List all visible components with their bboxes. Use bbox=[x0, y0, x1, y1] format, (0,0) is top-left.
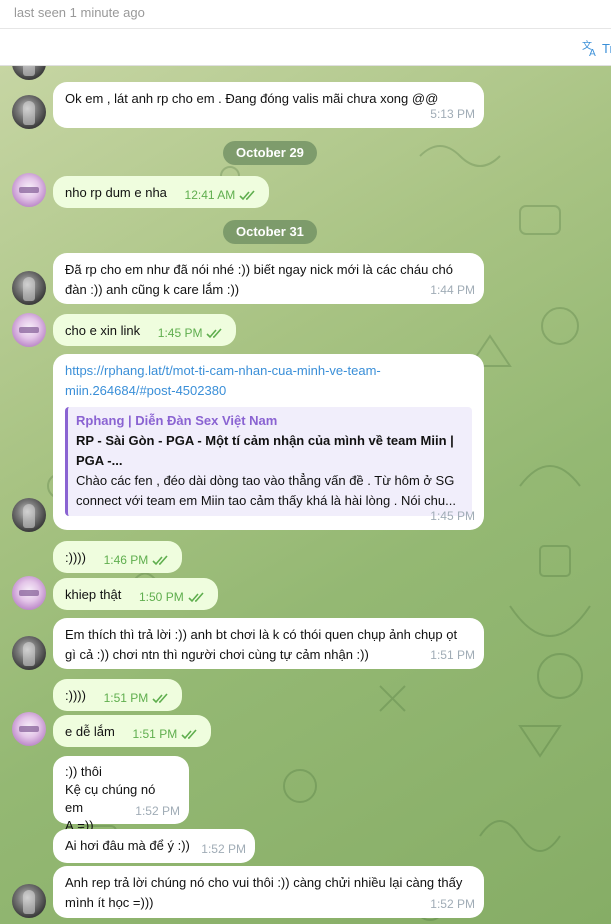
date-separator: October 31 bbox=[223, 220, 317, 244]
message-bubble[interactable]: khiep thật 1:50 PM bbox=[53, 578, 218, 610]
double-check-icon bbox=[181, 728, 197, 739]
message-bubble[interactable]: Em thích thì trả lời :)) anh bt chơi là … bbox=[53, 618, 484, 669]
message-bubble[interactable]: :)))) 1:46 PM bbox=[53, 541, 183, 573]
message-time: 1:51 PM bbox=[430, 648, 475, 662]
date-separator: October 29 bbox=[223, 141, 317, 165]
message-text: :)))) bbox=[65, 688, 86, 703]
message-text: khiep thật bbox=[65, 587, 122, 602]
message-text: Ok em , lát anh rp cho em . Đang đóng va… bbox=[65, 91, 439, 106]
message-time: 12:41 AM bbox=[185, 185, 258, 205]
message-bubble[interactable]: nho rp dum e nha 12:41 AM bbox=[53, 176, 270, 208]
double-check-icon bbox=[206, 327, 223, 338]
message-text: nho rp dum e nha bbox=[65, 185, 167, 200]
message-bubble[interactable]: cho e xin link 1:45 PM bbox=[53, 314, 237, 346]
message-bubble[interactable]: Anh rep trả lời chúng nó cho vui thôi :)… bbox=[53, 866, 484, 918]
preview-description: Chào các fen , đéo dài dòng tao vào thẳn… bbox=[76, 473, 456, 508]
avatar[interactable] bbox=[12, 712, 46, 746]
message-bubble[interactable]: Ai hơi đâu mà để ý :)) 1:52 PM bbox=[53, 829, 255, 863]
message-time: 1:51 PM bbox=[133, 724, 200, 744]
message-bubble[interactable]: e dễ lắm 1:51 PM bbox=[53, 715, 212, 747]
message-time: 1:45 PM bbox=[430, 509, 475, 523]
avatar[interactable] bbox=[12, 95, 46, 129]
double-check-icon bbox=[188, 591, 204, 602]
translate-bar: 文 A Tr bbox=[0, 28, 611, 66]
message-time: 1:45 PM bbox=[158, 323, 225, 343]
double-check-icon bbox=[239, 189, 255, 200]
message-text: Đã rp cho em như đã nói nhé :)) biết nga… bbox=[65, 262, 453, 297]
avatar[interactable] bbox=[12, 576, 46, 610]
avatar[interactable] bbox=[12, 313, 46, 347]
message-time: 1:52 PM bbox=[135, 804, 180, 818]
svg-text:A: A bbox=[589, 48, 596, 57]
message-text: Anh rep trả lời chúng nó cho vui thôi :)… bbox=[65, 875, 463, 910]
translate-button[interactable]: 文 A Tr bbox=[582, 38, 611, 58]
avatar[interactable] bbox=[12, 271, 46, 305]
message-text: e dễ lắm bbox=[65, 724, 115, 739]
avatar[interactable] bbox=[12, 884, 46, 918]
link-preview[interactable]: Rphang | Diễn Đàn Sex Việt Nam RP - Sài … bbox=[65, 407, 472, 516]
message-text: :)) thôi Kệ cụ chúng nó em Ạ =)) bbox=[65, 764, 156, 833]
avatar[interactable] bbox=[12, 636, 46, 670]
message-bubble[interactable]: :)) thôi Kệ cụ chúng nó em Ạ =)) 1:52 PM bbox=[53, 756, 189, 833]
last-seen-status: last seen 1 minute ago bbox=[14, 5, 145, 20]
message-time: 5:13 PM bbox=[430, 107, 475, 121]
message-time: 1:44 PM bbox=[430, 283, 475, 297]
message-bubble[interactable]: :)))) 1:51 PM bbox=[53, 679, 183, 711]
message-time: 1:52 PM bbox=[430, 897, 475, 911]
message-bubble[interactable]: Ok em , lát anh rp cho em . Đang đóng va… bbox=[53, 82, 484, 128]
message-time: 1:51 PM bbox=[104, 688, 171, 708]
message-time: 1:52 PM bbox=[201, 842, 246, 856]
message-text: Ai hơi đâu mà để ý :)) bbox=[65, 838, 190, 853]
avatar[interactable] bbox=[12, 498, 46, 532]
message-link[interactable]: https://rphang.lat/t/mot-ti-cam-nhan-cua… bbox=[65, 361, 472, 401]
message-text: Em thích thì trả lời :)) anh bt chơi là … bbox=[65, 627, 458, 662]
preview-site-name: Rphang | Diễn Đàn Sex Việt Nam bbox=[76, 413, 278, 428]
avatar[interactable] bbox=[12, 173, 46, 207]
double-check-icon bbox=[152, 692, 168, 703]
message-time: 1:50 PM bbox=[139, 587, 206, 607]
preview-title: RP - Sài Gòn - PGA - Một tí cảm nhận của… bbox=[76, 433, 454, 468]
translate-label: Tr bbox=[602, 40, 611, 56]
message-time: 1:46 PM bbox=[104, 550, 171, 570]
message-text: cho e xin link bbox=[65, 323, 141, 338]
chat-area[interactable]: Ok em , lát anh rp cho em . Đang đóng va… bbox=[0, 66, 611, 924]
chat-header: last seen 1 minute ago bbox=[0, 0, 611, 28]
message-bubble[interactable]: Đã rp cho em như đã nói nhé :)) biết nga… bbox=[53, 253, 484, 304]
message-text: :)))) bbox=[65, 550, 86, 565]
translate-icon: 文 A bbox=[582, 39, 596, 57]
message-bubble[interactable]: https://rphang.lat/t/mot-ti-cam-nhan-cua… bbox=[53, 354, 484, 530]
double-check-icon bbox=[152, 554, 168, 565]
